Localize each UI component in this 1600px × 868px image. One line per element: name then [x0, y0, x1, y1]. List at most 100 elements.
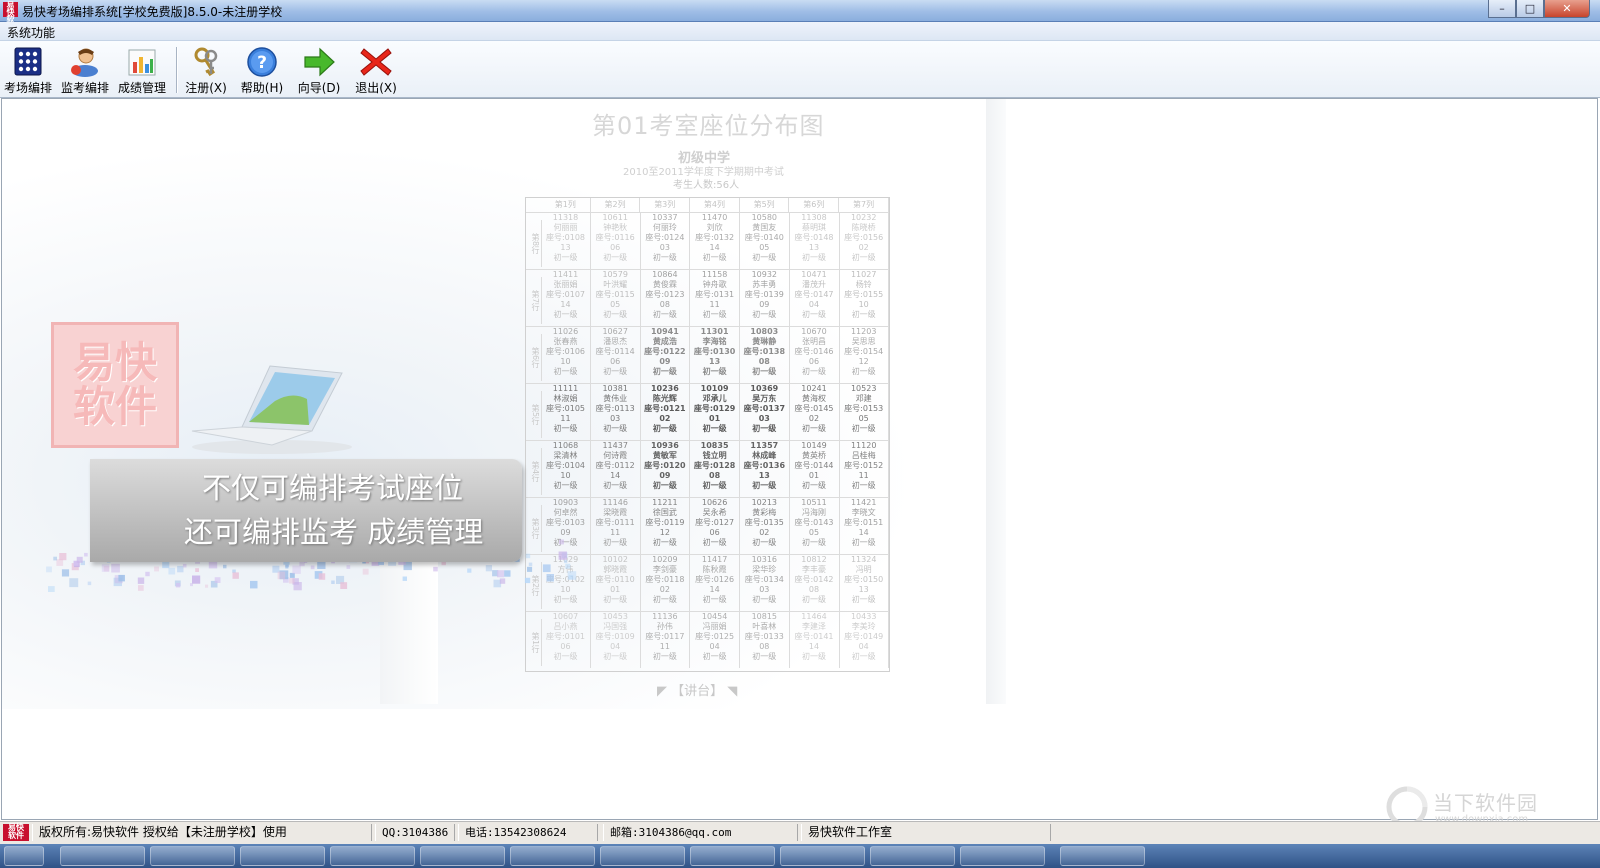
- taskbar-item[interactable]: [60, 846, 145, 866]
- decorative-square: [232, 572, 239, 579]
- taskbar-item[interactable]: [240, 846, 325, 866]
- taskbar-item[interactable]: [600, 846, 685, 866]
- seat-room: 02: [659, 414, 671, 423]
- taskbar-item[interactable]: [150, 846, 235, 866]
- decorative-square: [61, 569, 70, 577]
- proctor-arrange-button[interactable]: 监考编排: [58, 44, 112, 96]
- seat-id: 10579: [602, 270, 628, 279]
- seat-seat: 座号:0117: [645, 632, 685, 641]
- help-button[interactable]: ? 帮助(H): [235, 44, 289, 96]
- seat-id: 11068: [552, 441, 579, 450]
- seat-id: 10812: [801, 555, 827, 564]
- seat-room: 09: [759, 300, 770, 309]
- taskbar-item[interactable]: [960, 846, 1045, 866]
- taskbar-item[interactable]: [420, 846, 505, 866]
- seat-name: 何诗霞: [603, 451, 628, 460]
- taskbar-item[interactable]: [780, 846, 865, 866]
- seat-room: 13: [858, 585, 869, 594]
- seat-cell: 10369 吴万东 座号:0137 03 初一级: [740, 384, 790, 440]
- decorative-square: [137, 577, 145, 584]
- seat-seat: 座号:0120: [644, 461, 686, 470]
- score-management-button[interactable]: 成绩管理: [115, 44, 169, 96]
- seat-name: 徐国武: [652, 508, 677, 517]
- seat-seat: 座号:0134: [744, 575, 784, 584]
- decorative-square: [162, 561, 170, 569]
- seat-seat: 座号:0112: [595, 461, 635, 470]
- register-button[interactable]: 注册(X): [179, 44, 233, 96]
- seat-grade: 初一级: [802, 310, 826, 319]
- seat-seat: 座号:0124: [645, 233, 685, 242]
- decorative-square: [175, 583, 181, 588]
- seat-cell: 10936 黄敏军 座号:0120 09 初一级: [640, 441, 691, 497]
- seat-cell: 11111 林淑娟 座号:0105 11 初一级: [541, 384, 591, 440]
- seat-id: 10209: [652, 555, 678, 564]
- seat-cell: 11318 何丽丽 座号:0108 13 初一级: [541, 213, 591, 269]
- decorative-square: [205, 584, 209, 588]
- minimize-button[interactable]: –: [1488, 0, 1516, 18]
- seat-grade: 初一级: [652, 652, 677, 661]
- seat-seat: 座号:0144: [794, 461, 834, 470]
- seat-grade: 初一级: [752, 595, 777, 604]
- decorative-square: [76, 556, 83, 563]
- seat-room: 04: [610, 642, 621, 651]
- seat-name: 林成峰: [752, 451, 777, 460]
- seat-cell: 10815 叶喜林 座号:0133 08 初一级: [740, 612, 790, 668]
- wizard-button[interactable]: 向导(D): [292, 44, 346, 96]
- seat-seat: 座号:0107: [545, 290, 586, 299]
- seat-room: 03: [758, 414, 770, 423]
- keys-icon: [189, 46, 223, 78]
- seat-grade: 初一级: [652, 424, 677, 433]
- seat-grade: 初一级: [752, 310, 777, 319]
- taskbar-start-button[interactable]: [4, 846, 44, 866]
- seat-id: 10803: [750, 327, 779, 336]
- seat-id: 11417: [701, 555, 728, 564]
- menu-system-functions[interactable]: 系统功能: [7, 24, 55, 41]
- seat-id: 10864: [652, 270, 678, 279]
- maximize-button[interactable]: □: [1516, 0, 1544, 18]
- close-button[interactable]: ✕: [1544, 0, 1590, 18]
- taskbar-item[interactable]: [870, 846, 955, 866]
- taskbar-item[interactable]: [330, 846, 415, 866]
- seat-seat: 座号:0130: [693, 347, 736, 356]
- seat-cell: 10670 张明昌 座号:0146 06 初一级: [790, 327, 840, 383]
- app-icon[interactable]: 易快软件: [3, 2, 18, 31]
- taskbar-item[interactable]: [510, 846, 595, 866]
- seat-name: 黄海权: [802, 394, 826, 403]
- seat-cell: 10213 黄彩梅 座号:0135 02 初一级: [740, 498, 790, 554]
- title-bar[interactable]: 易快软件 易快考场编排系统[学校免费版]8.5.0-未注册学校 – □ ✕: [0, 0, 1600, 31]
- seat-cell: 10337 何丽玲 座号:0124 03 初一级: [640, 213, 691, 269]
- seat-id: 11464: [801, 612, 827, 621]
- seat-grade: 初一级: [553, 253, 578, 262]
- seat-id: 10316: [751, 555, 778, 564]
- seat-seat: 座号:0141: [794, 632, 834, 641]
- seat-room: 10: [560, 471, 571, 480]
- exam-room-arrange-button[interactable]: 考场编排: [1, 44, 55, 96]
- taskbar-item[interactable]: [690, 846, 775, 866]
- seat-grade: 初一级: [802, 481, 826, 490]
- seat-grade: 初一级: [603, 481, 628, 490]
- seat-name: 梁晓霞: [603, 508, 628, 517]
- seat-id: 10369: [750, 384, 779, 393]
- decorative-square: [558, 551, 567, 560]
- decorative-square: [362, 568, 369, 575]
- seat-id: 10454: [701, 612, 728, 621]
- decorative-square: [346, 565, 351, 569]
- seat-cell: 11211 徐国武 座号:0119 12 初一级: [640, 498, 691, 554]
- seat-id: 10932: [751, 270, 778, 279]
- seat-seat: 座号:0113: [595, 404, 635, 413]
- seat-grade: 初一级: [702, 538, 727, 547]
- podium-label: ◤ 【讲台】 ◥: [657, 684, 738, 699]
- decorative-square: [48, 586, 55, 592]
- seat-grade: 初一级: [752, 538, 777, 547]
- decorative-square: [292, 565, 301, 574]
- decorative-square: [497, 570, 505, 578]
- seat-seat: 座号:0108: [545, 233, 586, 242]
- seat-grade: 初一级: [752, 424, 777, 433]
- decorative-square: [433, 566, 438, 572]
- seat-cell: 10627 潘思杰 座号:0114 06 初一级: [591, 327, 641, 383]
- seat-grade: 初一级: [752, 367, 777, 376]
- brand-logo-text: 易快软件: [72, 338, 157, 431]
- seat-name: 黄敏军: [652, 451, 677, 460]
- taskbar-item[interactable]: [1060, 846, 1145, 866]
- exit-button[interactable]: 退出(X): [349, 44, 403, 96]
